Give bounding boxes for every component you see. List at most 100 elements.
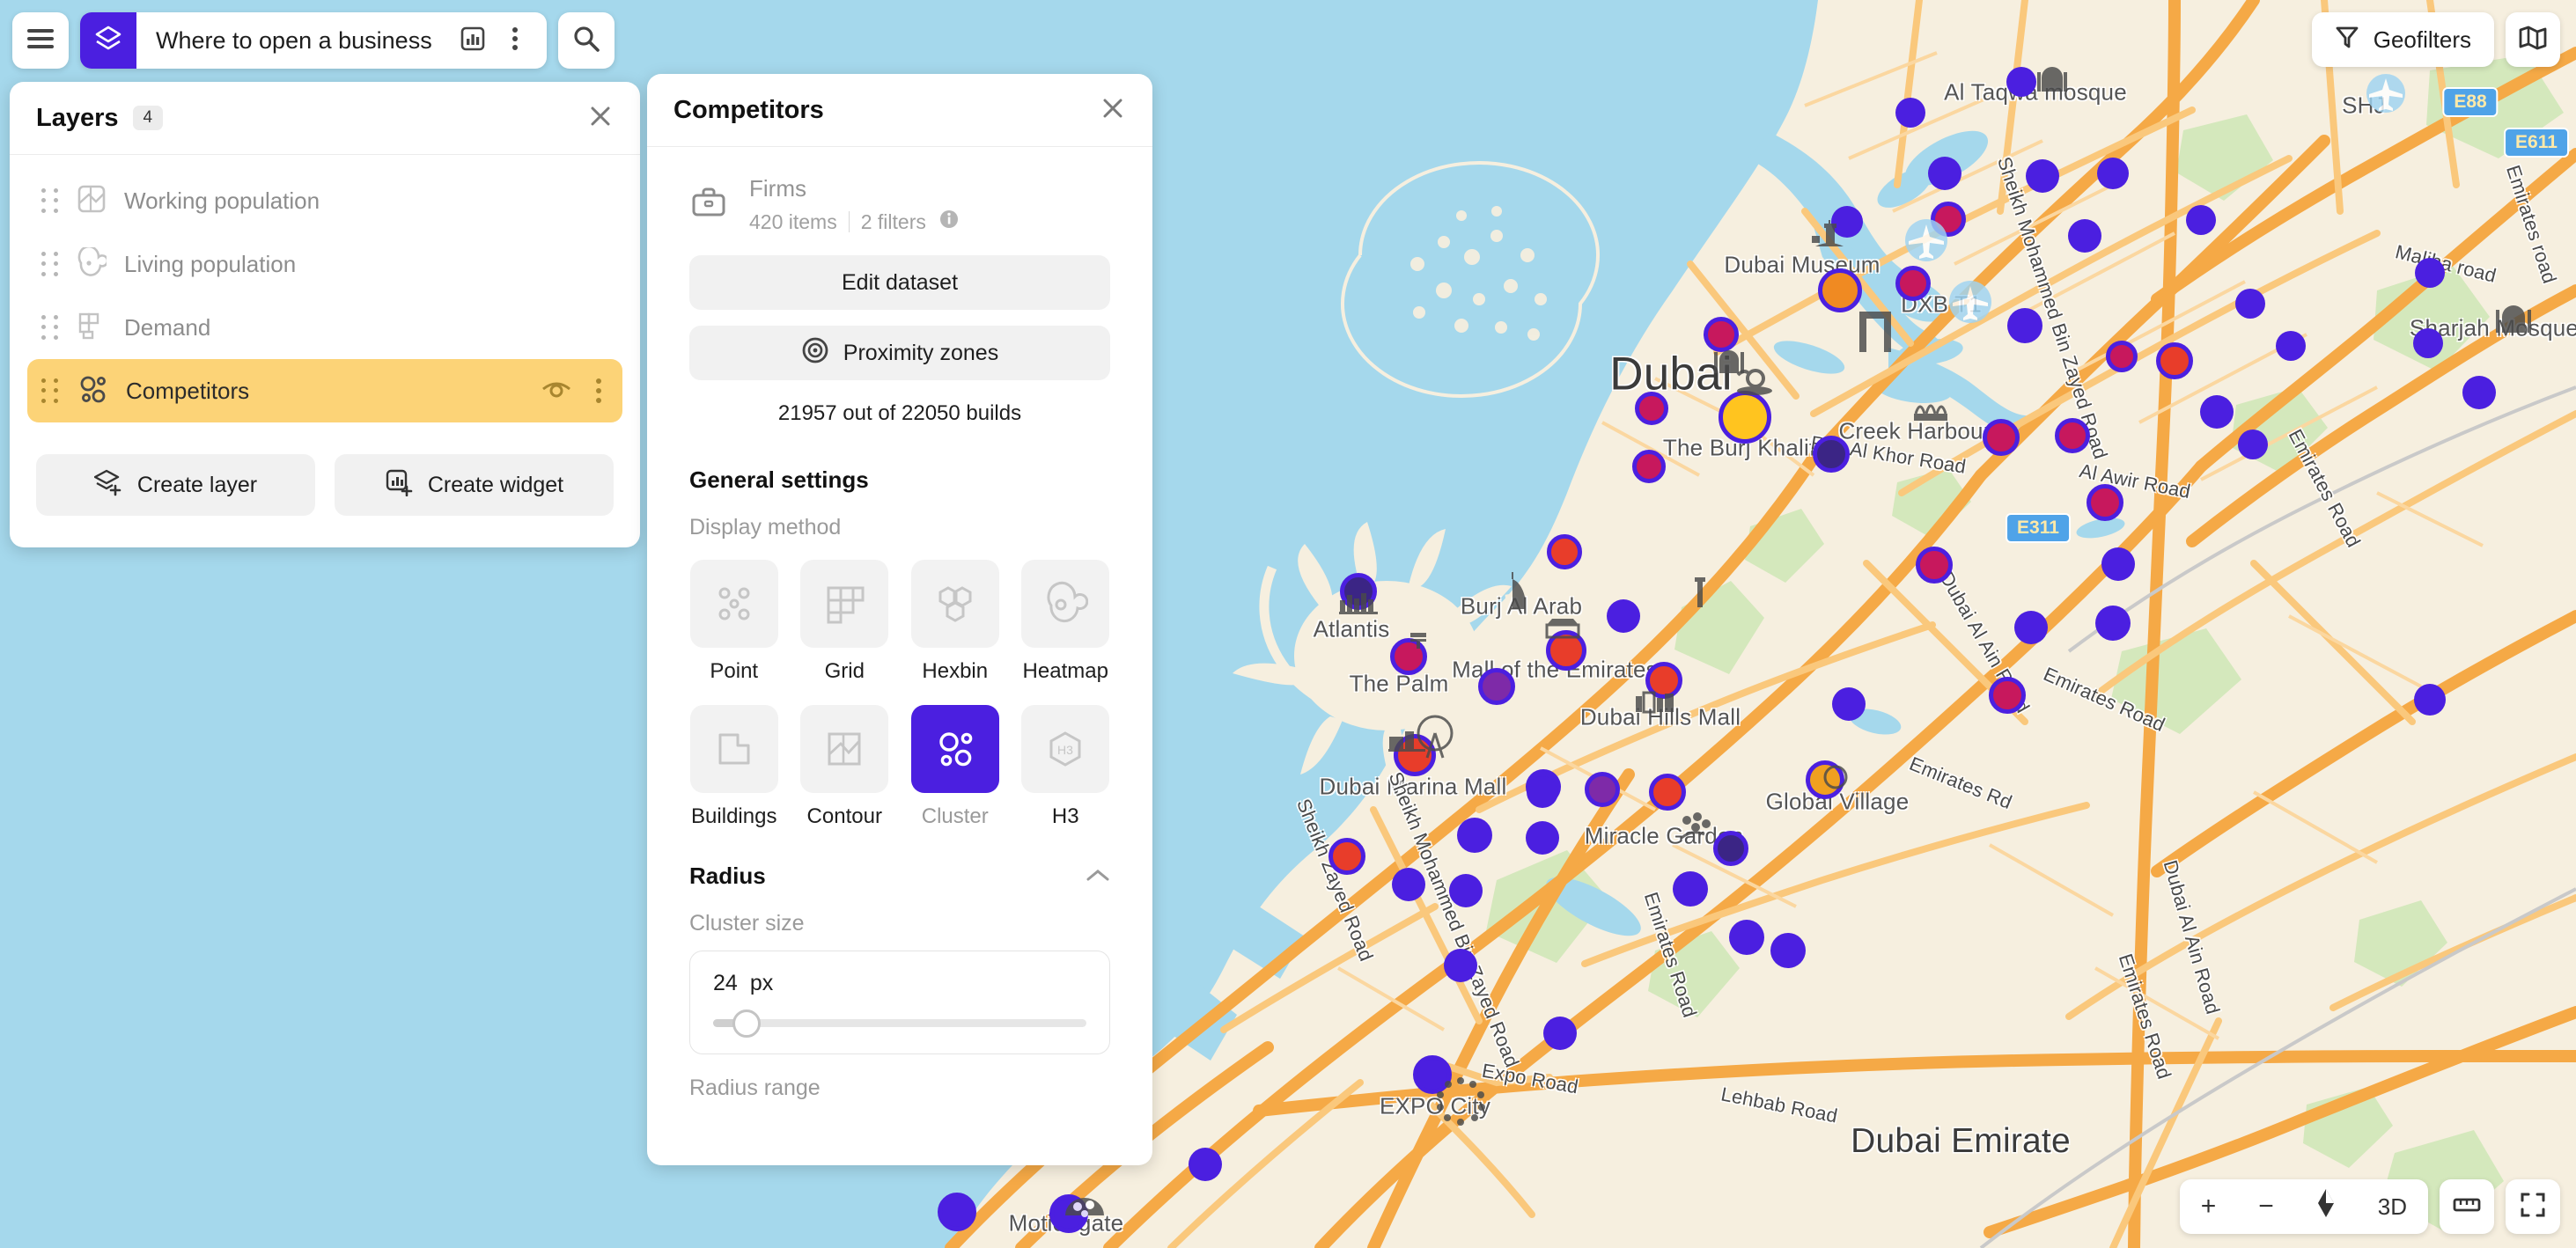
slider-thumb[interactable] xyxy=(732,1009,762,1038)
map-cluster-marker[interactable] xyxy=(1989,677,2026,714)
map-cluster-marker[interactable] xyxy=(1649,774,1686,811)
display-method-contour[interactable]: Contour xyxy=(800,705,890,829)
map-cluster-marker[interactable] xyxy=(2026,159,2059,193)
map-cluster-marker[interactable] xyxy=(2186,205,2216,235)
sidebar-item-living-population[interactable]: Living population xyxy=(27,232,622,296)
layer-row-actions xyxy=(541,378,610,403)
display-method-h3[interactable]: H3 H3 xyxy=(1021,705,1111,829)
measure-button[interactable] xyxy=(2440,1179,2494,1234)
map-cluster-marker[interactable] xyxy=(1585,772,1620,807)
map-cluster-marker[interactable] xyxy=(1729,920,1764,955)
map-cluster-marker[interactable] xyxy=(2414,684,2446,716)
map-cluster-marker[interactable] xyxy=(1719,391,1771,444)
map-cluster-marker[interactable] xyxy=(2097,158,2129,189)
close-layers-panel-button[interactable] xyxy=(585,103,615,133)
display-method-point[interactable]: Point xyxy=(689,560,779,684)
map-cluster-marker[interactable] xyxy=(1713,831,1748,866)
drag-handle-icon[interactable] xyxy=(40,378,59,404)
map-cluster-marker[interactable] xyxy=(2007,308,2042,343)
map-cluster-marker[interactable] xyxy=(938,1193,976,1231)
three-d-button[interactable]: 3D xyxy=(2357,1179,2428,1234)
map-cluster-marker[interactable] xyxy=(2068,219,2101,253)
eye-icon[interactable] xyxy=(541,379,571,403)
geofilters-button[interactable]: Geofilters xyxy=(2311,12,2494,67)
hamburger-menu-button[interactable] xyxy=(12,12,69,69)
basemap-button[interactable] xyxy=(2506,12,2560,67)
map-cluster-marker[interactable] xyxy=(1328,838,1365,875)
map-cluster-marker[interactable] xyxy=(2006,67,2036,97)
create-layer-button[interactable]: Create layer xyxy=(36,454,315,516)
info-icon[interactable] xyxy=(938,208,960,236)
map-cluster-marker[interactable] xyxy=(1457,818,1492,853)
map-cluster-marker[interactable] xyxy=(2055,418,2090,453)
map-cluster-marker[interactable] xyxy=(2200,395,2234,429)
map-cluster-marker[interactable] xyxy=(1392,868,1425,901)
map-cluster-marker[interactable] xyxy=(2106,341,2138,372)
zoom-in-button[interactable]: + xyxy=(2180,1179,2238,1234)
map-cluster-marker[interactable] xyxy=(2238,429,2268,459)
map-cluster-marker[interactable] xyxy=(2235,289,2265,319)
create-widget-label: Create widget xyxy=(427,472,564,497)
map-cluster-marker[interactable] xyxy=(1770,933,1806,968)
fullscreen-button[interactable] xyxy=(2506,1179,2560,1234)
chevron-up-icon[interactable] xyxy=(1086,863,1110,890)
map-cluster-marker[interactable] xyxy=(2413,328,2443,358)
map-cluster-marker[interactable] xyxy=(2014,611,2048,644)
map-cluster-marker[interactable] xyxy=(1527,776,1558,808)
drag-handle-icon[interactable] xyxy=(40,187,59,214)
map-cluster-marker[interactable] xyxy=(1983,419,2020,456)
map-cluster-marker[interactable] xyxy=(2087,484,2123,521)
sidebar-item-working-population[interactable]: Working population xyxy=(27,169,622,232)
map-cluster-marker[interactable] xyxy=(1478,668,1515,705)
map-cluster-marker[interactable] xyxy=(1895,98,1925,128)
sidebar-item-demand[interactable]: Demand xyxy=(27,296,622,359)
map-cluster-marker[interactable] xyxy=(1449,874,1483,907)
more-vertical-icon[interactable] xyxy=(596,378,601,403)
map-cluster-marker[interactable] xyxy=(2276,331,2306,361)
map-cluster-marker[interactable] xyxy=(1547,534,1582,569)
zoom-out-button[interactable]: − xyxy=(2237,1179,2295,1234)
map-cluster-marker[interactable] xyxy=(2101,547,2135,581)
map-cluster-marker[interactable] xyxy=(1543,1017,1577,1050)
map-cluster-marker[interactable] xyxy=(1832,687,1866,721)
radius-section-title: Radius xyxy=(689,863,766,889)
map-cluster-marker[interactable] xyxy=(1632,450,1666,483)
cluster-size-slider[interactable] xyxy=(713,1009,1086,1038)
dataset-summary[interactable]: Firms 420 items 2 filters xyxy=(689,147,1110,239)
create-widget-button[interactable]: Create widget xyxy=(335,454,614,516)
sidebar-item-competitors[interactable]: Competitors xyxy=(27,359,622,422)
map-cluster-marker[interactable] xyxy=(1928,157,1961,190)
display-method-hexbin[interactable]: Hexbin xyxy=(910,560,1000,684)
map-cluster-marker[interactable] xyxy=(2415,258,2445,288)
map-cluster-marker[interactable] xyxy=(2156,342,2193,379)
dashboard-button[interactable] xyxy=(452,12,494,69)
map-cluster-marker[interactable] xyxy=(1673,871,1708,907)
map-cluster-marker[interactable] xyxy=(1916,547,1953,584)
radius-section-header[interactable]: Radius xyxy=(689,829,1110,890)
map-cluster-marker[interactable] xyxy=(1895,266,1931,301)
compass-button[interactable] xyxy=(2295,1179,2357,1234)
map-cluster-marker[interactable] xyxy=(1607,599,1640,633)
drag-handle-icon[interactable] xyxy=(40,251,59,277)
brand-logo-button[interactable] xyxy=(80,12,136,69)
display-method-buildings[interactable]: Buildings xyxy=(689,705,779,829)
edit-dataset-button[interactable]: Edit dataset xyxy=(689,255,1110,310)
cluster-size-control[interactable]: 24 px xyxy=(689,951,1110,1054)
map-cluster-marker[interactable] xyxy=(1189,1148,1222,1181)
map-cluster-marker[interactable] xyxy=(1818,268,1862,312)
map-cluster-marker[interactable] xyxy=(1444,949,1477,982)
map-cluster-marker[interactable] xyxy=(2095,606,2131,641)
map-cluster-marker[interactable] xyxy=(1635,392,1668,425)
map-cluster-marker[interactable] xyxy=(1526,821,1559,855)
map-cluster-marker[interactable] xyxy=(1813,436,1850,473)
project-more-button[interactable] xyxy=(494,12,536,69)
drag-handle-icon[interactable] xyxy=(40,314,59,341)
search-button[interactable] xyxy=(557,12,615,69)
map-cluster-marker[interactable] xyxy=(2462,376,2496,409)
display-method-heatmap[interactable]: Heatmap xyxy=(1021,560,1111,684)
close-settings-panel-button[interactable] xyxy=(1098,95,1128,125)
display-method-cluster[interactable]: Cluster xyxy=(910,705,1000,829)
display-method-grid-opt[interactable]: Grid xyxy=(800,560,890,684)
proximity-zones-button[interactable]: Proximity zones xyxy=(689,326,1110,380)
cluster-size-value[interactable]: 24 xyxy=(713,971,738,996)
